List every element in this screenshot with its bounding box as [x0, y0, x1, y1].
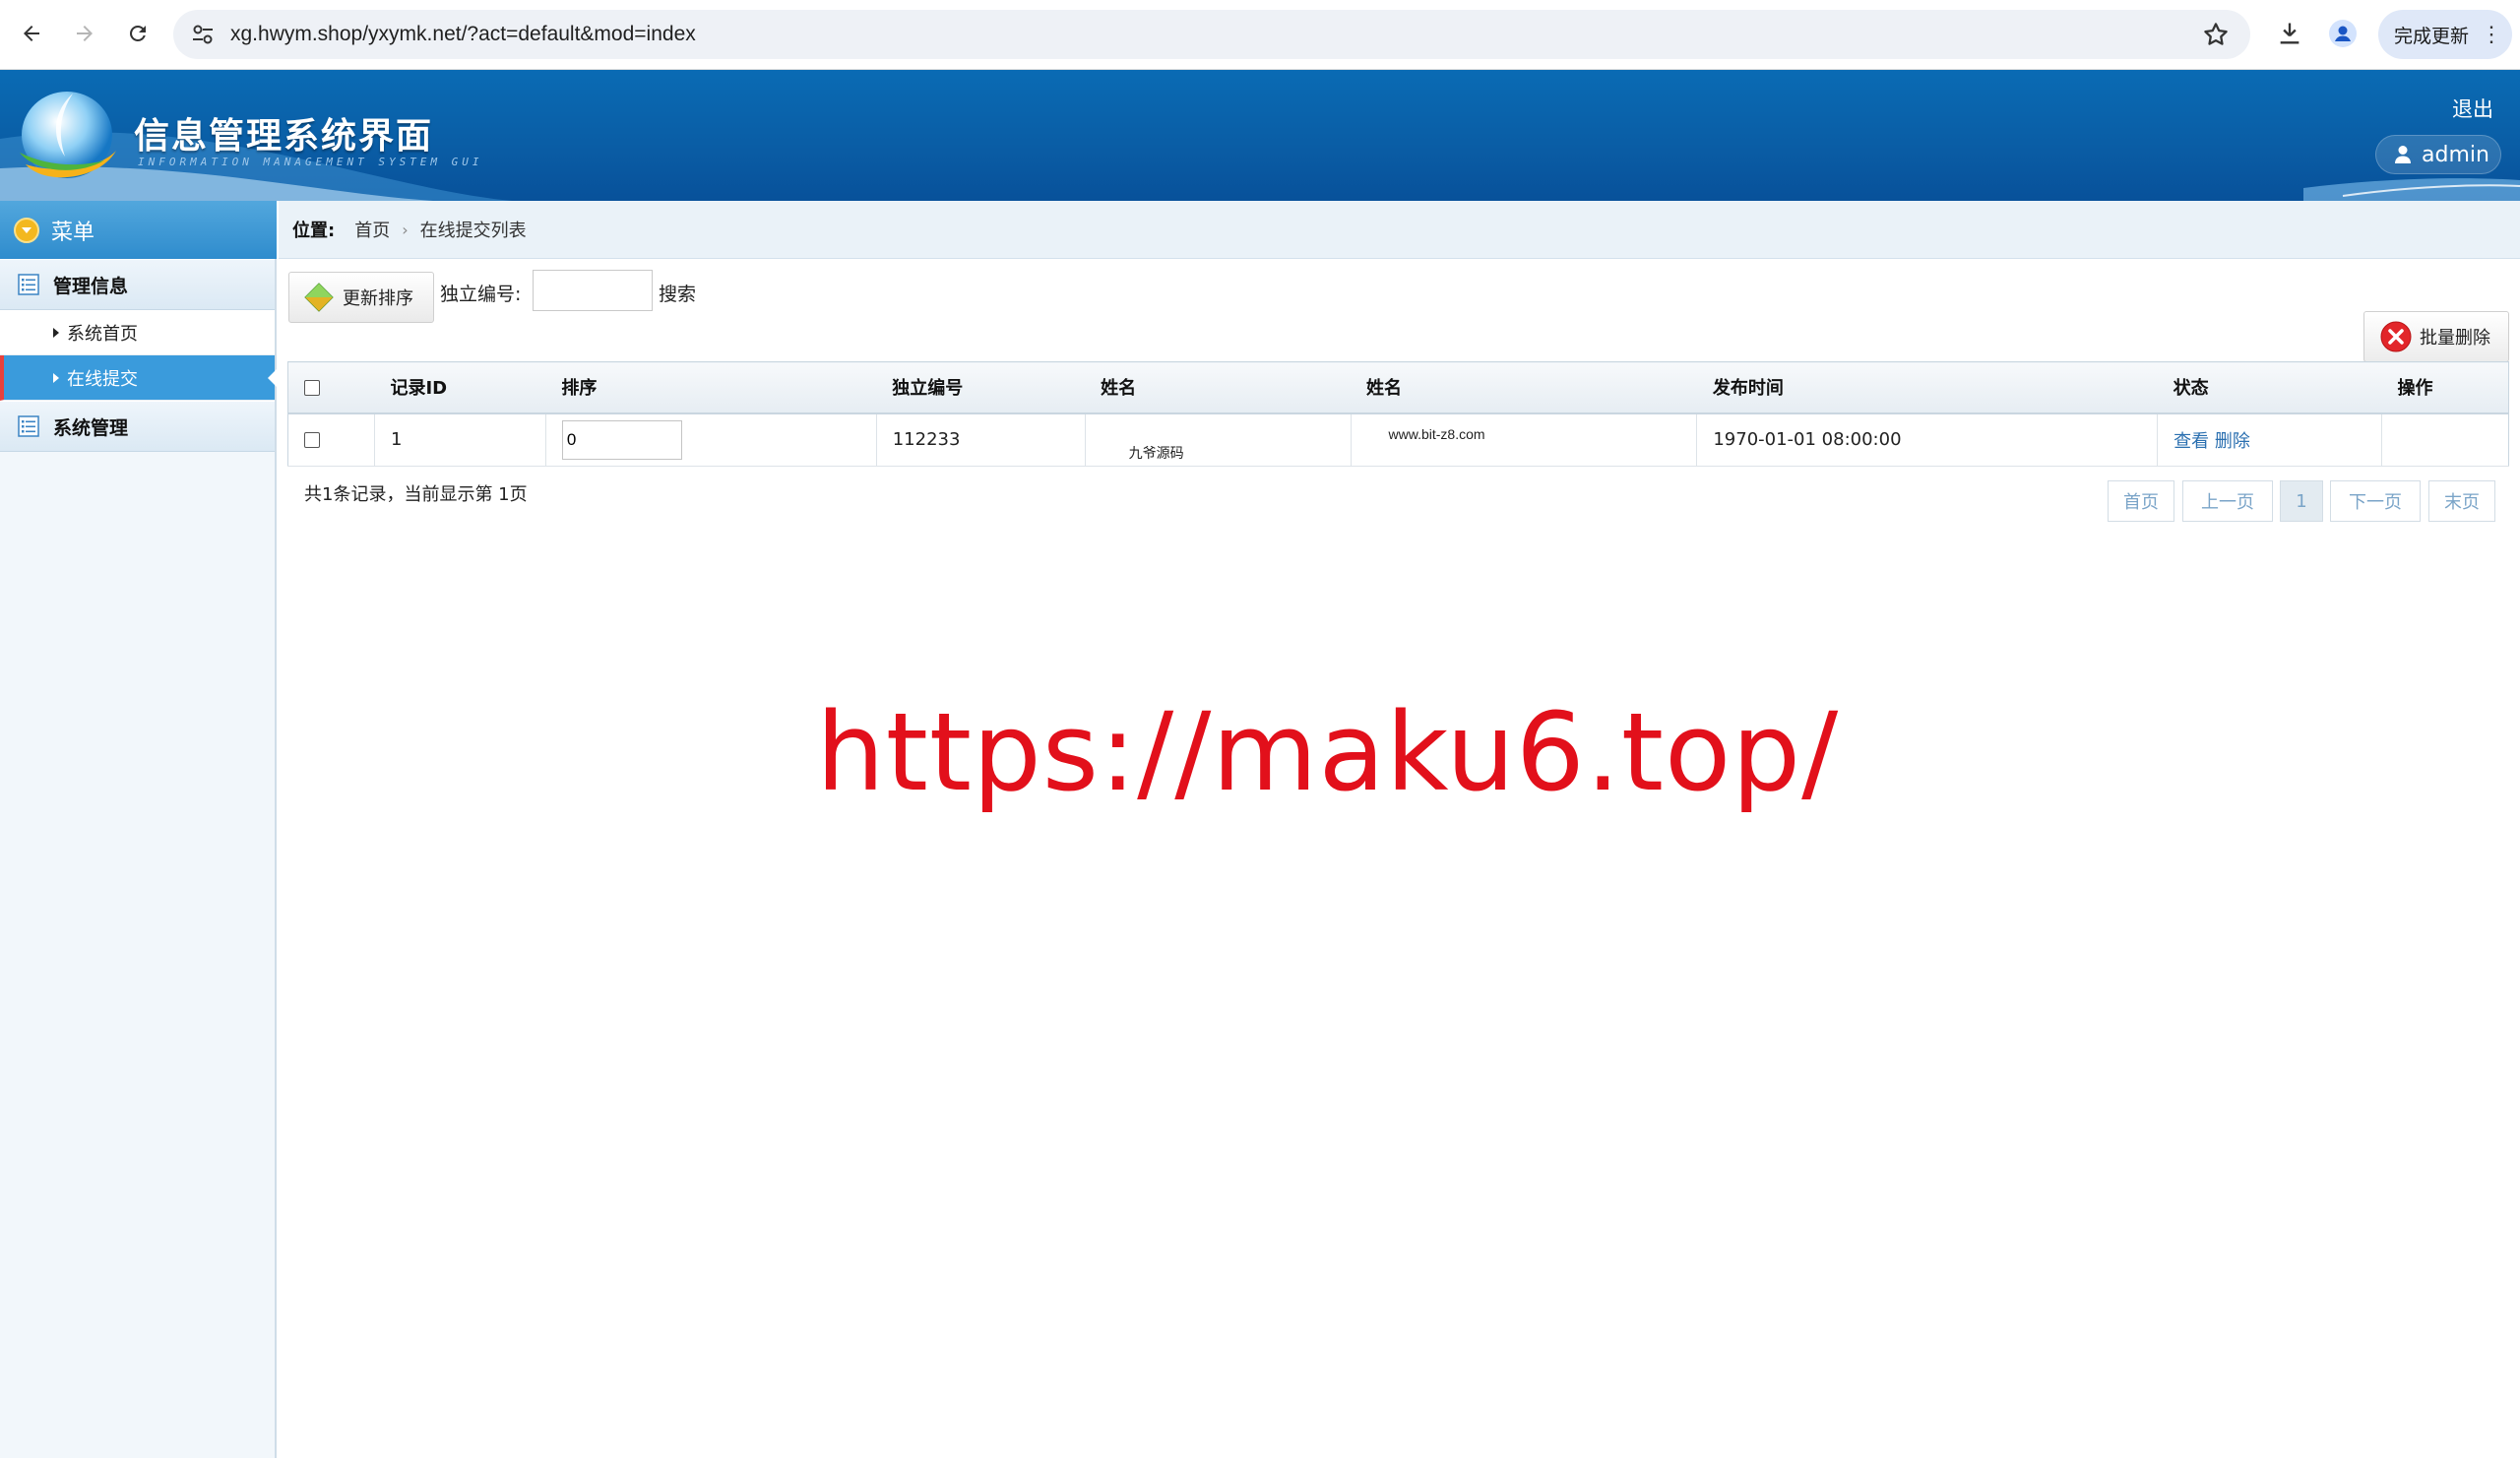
actions-cell [2380, 412, 2510, 467]
breadcrumb-separator-icon: › [402, 220, 409, 239]
complete-update-button[interactable]: 完成更新 ⋮ [2378, 10, 2512, 59]
forward-arrow-icon [77, 26, 93, 41]
code-cell: 112233 [875, 412, 1086, 467]
caret-right-icon [53, 327, 59, 338]
username: admin [2422, 142, 2489, 167]
app-title: 信息管理系统界面 [134, 116, 434, 157]
sidebar-item-label: 系统首页 [67, 323, 138, 345]
app-subtitle: INFORMATION MANAGEMENT SYSTEM GUI [138, 156, 483, 168]
breadcrumb-current: 在线提交列表 [419, 221, 527, 241]
menu-title: 菜单 [51, 220, 95, 245]
column-header: 状态 [2157, 361, 2382, 414]
sidebar-item-label: 在线提交 [67, 368, 138, 390]
complete-update-label: 完成更新 [2394, 26, 2470, 47]
record-count-text: 共1条记录，当前显示第 1页 [304, 484, 528, 505]
name2-cell: www.bit-z8.com [1350, 412, 1698, 467]
column-header: 姓名 [1351, 361, 1697, 414]
column-header: 姓名 [1085, 361, 1352, 414]
update-sort-label: 更新排序 [343, 288, 413, 309]
list-icon [18, 274, 39, 295]
main-content: 位置: 首页 › 在线提交列表 更新排序 独立编号: 搜索 批量删除 记录ID … [279, 201, 2520, 1458]
row-select-cell [287, 412, 375, 467]
pager-next[interactable]: 下一页 [2330, 480, 2421, 522]
sidebar-group-label: 管理信息 [53, 275, 129, 297]
delete-circle-icon [2380, 321, 2412, 352]
sidebar-item-system-home[interactable]: 系统首页 [0, 310, 275, 355]
forward-button[interactable] [65, 14, 104, 53]
sort-order-input[interactable] [561, 419, 682, 460]
reload-button[interactable] [118, 14, 158, 53]
column-header: 发布时间 [1696, 361, 2158, 414]
list-icon [18, 415, 39, 437]
delete-link[interactable]: 删除 [2215, 431, 2250, 452]
search-button[interactable]: 搜索 [659, 280, 696, 306]
app-header: 信息管理系统界面 INFORMATION MANAGEMENT SYSTEM G… [0, 70, 2520, 201]
breadcrumb-home-link[interactable]: 首页 [354, 217, 390, 242]
sort-diamond-icon [304, 283, 334, 312]
batch-delete-label: 批量删除 [2420, 328, 2490, 349]
pager-current[interactable]: 1 [2280, 480, 2323, 522]
row-checkbox[interactable] [304, 432, 320, 449]
column-header: 独立编号 [876, 361, 1086, 414]
update-sort-button[interactable]: 更新排序 [288, 272, 434, 323]
breadcrumb: 位置: 首页 › 在线提交列表 [279, 201, 2520, 259]
browser-toolbar: xg.hwym.shop/yxymk.net/?act=default&mod=… [0, 0, 2520, 70]
name-cell: 九爷源码 [1084, 412, 1352, 467]
breadcrumb-label: 位置: [292, 221, 336, 241]
reload-icon [130, 25, 146, 41]
sidebar-item-online-submit[interactable]: 在线提交 [0, 355, 277, 401]
pager-first[interactable]: 首页 [2108, 480, 2174, 522]
active-indicator [268, 369, 277, 387]
sidebar-group-system-manage[interactable]: 系统管理 [0, 401, 275, 452]
download-icon [2280, 23, 2300, 44]
name2-value: www.bit-z8.com [1388, 425, 1485, 442]
code-search-input[interactable] [533, 270, 653, 311]
column-header: 操作 [2381, 361, 2510, 414]
column-header: 排序 [545, 361, 877, 414]
search-label: 独立编号: [440, 284, 522, 305]
table-row: 1 112233 九爷源码 www.bit-z8.com 1970-01-01 … [287, 412, 2510, 467]
sort-cell [544, 412, 877, 467]
publish-time-cell: 1970-01-01 08:00:00 [1696, 412, 2159, 467]
view-link[interactable]: 查看 [2174, 431, 2209, 452]
records-table: 记录ID 排序 独立编号 姓名 姓名 发布时间 状态 操作 1 112233 九… [287, 361, 2510, 467]
user-icon [2395, 146, 2411, 163]
column-header: 记录ID [374, 361, 546, 414]
user-badge[interactable]: admin [2375, 135, 2501, 174]
sidebar-menu-header[interactable]: 菜单 [0, 201, 277, 259]
sidebar-group-manage-info[interactable]: 管理信息 [0, 259, 275, 310]
caret-right-icon [53, 372, 59, 383]
back-button[interactable] [12, 14, 51, 53]
app-logo-icon [20, 92, 116, 178]
back-arrow-icon [24, 26, 39, 41]
sidebar: 菜单 管理信息 系统首页 在线提交 系统管理 [0, 201, 277, 1458]
pager-prev[interactable]: 上一页 [2182, 480, 2273, 522]
status-cell: 查看 删除 [2157, 412, 2382, 467]
pager-last[interactable]: 末页 [2428, 480, 2495, 522]
downloads-button[interactable] [2272, 16, 2307, 51]
bookmark-star-icon[interactable] [2201, 20, 2231, 49]
profile-avatar-icon [2329, 20, 2357, 47]
watermark-text: https://maku6.top/ [816, 689, 1840, 815]
site-settings-icon[interactable] [189, 21, 217, 48]
select-all-cell [287, 361, 375, 414]
name-value: 九爷源码 [1128, 444, 1184, 461]
record-id-cell: 1 [373, 412, 546, 467]
table-header-row: 记录ID 排序 独立编号 姓名 姓名 发布时间 状态 操作 [287, 361, 2510, 414]
url-text[interactable]: xg.hwym.shop/yxymk.net/?act=default&mod=… [230, 21, 696, 48]
logout-link[interactable]: 退出 [2452, 94, 2493, 123]
select-all-checkbox[interactable] [304, 379, 320, 396]
more-menu-icon[interactable]: ⋮ [2481, 22, 2502, 47]
batch-delete-button[interactable]: 批量删除 [2363, 311, 2509, 362]
sidebar-group-label: 系统管理 [53, 416, 129, 439]
profile-button[interactable] [2325, 16, 2361, 51]
address-bar[interactable]: xg.hwym.shop/yxymk.net/?act=default&mod=… [173, 10, 2250, 59]
menu-toggle-icon [14, 217, 39, 243]
